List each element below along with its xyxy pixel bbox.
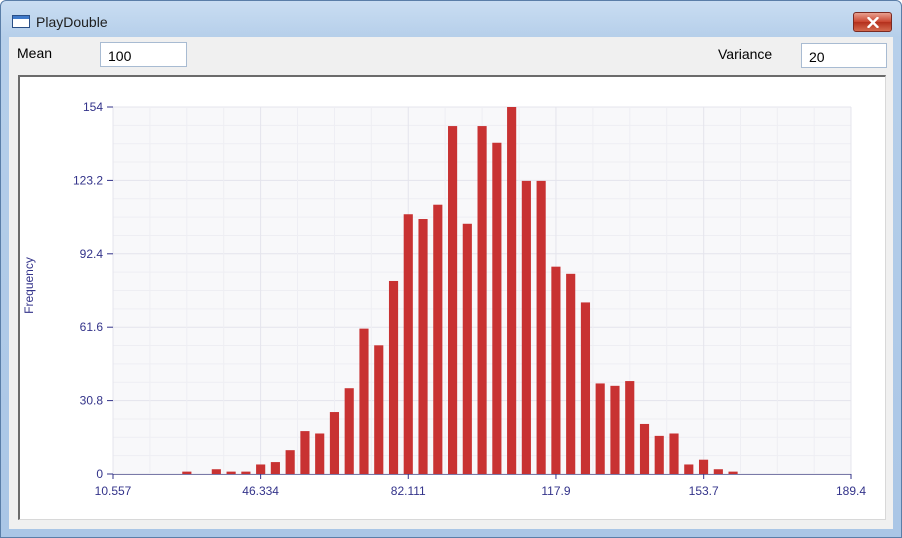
title-bar[interactable]: PlayDouble — [1, 1, 901, 37]
histogram-bar — [536, 180, 546, 474]
histogram-bar — [728, 471, 738, 474]
close-button[interactable] — [853, 12, 892, 32]
y-axis-title: Frequency — [22, 257, 36, 314]
y-tick-label: 0 — [96, 467, 103, 481]
histogram-bar — [492, 142, 502, 474]
histogram-bar — [507, 107, 517, 474]
histogram-bar — [403, 214, 413, 475]
histogram-bar — [300, 431, 310, 474]
histogram-bar — [610, 385, 620, 474]
y-tick-label: 61.6 — [80, 320, 104, 334]
histogram-bar — [329, 412, 340, 474]
y-tick-label: 154 — [83, 100, 103, 114]
mean-input[interactable]: 100 — [100, 42, 187, 67]
histogram-bar — [684, 464, 694, 474]
histogram-bar — [669, 433, 679, 474]
histogram-bar — [639, 423, 650, 474]
variance-label: Variance — [718, 46, 773, 62]
histogram-bar — [285, 450, 295, 474]
histogram-bar — [182, 471, 192, 474]
window-title: PlayDouble — [36, 14, 108, 30]
histogram-bar — [388, 280, 399, 474]
x-tick-label: 153.7 — [689, 484, 719, 498]
histogram-bar — [433, 204, 443, 474]
y-tick-label: 92.4 — [80, 247, 104, 261]
mean-label: Mean — [17, 45, 53, 61]
histogram-bar — [359, 328, 369, 474]
histogram-bar — [315, 433, 325, 474]
histogram-bar — [580, 302, 591, 474]
histogram-bar — [256, 464, 266, 474]
histogram-bar — [566, 273, 576, 474]
histogram-bar — [226, 471, 236, 474]
histogram-bar — [211, 469, 221, 474]
close-icon — [867, 17, 879, 28]
histogram-bar — [654, 435, 664, 474]
histogram-bar — [374, 345, 384, 474]
window-icon — [12, 15, 30, 28]
y-tick-label: 123.2 — [73, 173, 103, 187]
app-window: PlayDouble Mean 100 Variance 20 0 30.8 61.… — [0, 0, 902, 538]
histogram-bar — [418, 219, 428, 474]
histogram-bar — [270, 462, 280, 474]
x-tick-label: 10.557 — [95, 484, 132, 498]
histogram-bar — [713, 469, 723, 474]
x-tick-label: 82.111 — [391, 484, 426, 498]
histogram-panel: 0 30.8 61.6 92.4 123.2 154 10.557 46.334 82.111 1… — [18, 75, 886, 520]
x-tick-label: 117.9 — [541, 484, 570, 498]
histogram-bar — [477, 126, 487, 474]
histogram-bar — [521, 180, 531, 474]
histogram-bar — [595, 383, 605, 474]
x-tick-label: 189.4 — [836, 484, 866, 498]
histogram-bar — [241, 471, 251, 474]
histogram-bar — [625, 381, 635, 474]
histogram-bar — [448, 126, 458, 474]
y-tick-label: 30.8 — [80, 394, 104, 408]
histogram-bar — [344, 388, 354, 474]
x-tick-label: 46.334 — [242, 484, 279, 498]
variance-input[interactable]: 20 — [801, 43, 887, 68]
histogram-bar — [698, 459, 709, 474]
histogram-bar — [551, 266, 561, 474]
histogram-bar — [462, 223, 472, 474]
histogram-chart: 0 30.8 61.6 92.4 123.2 154 10.557 46.334 82.111 1… — [22, 100, 866, 498]
